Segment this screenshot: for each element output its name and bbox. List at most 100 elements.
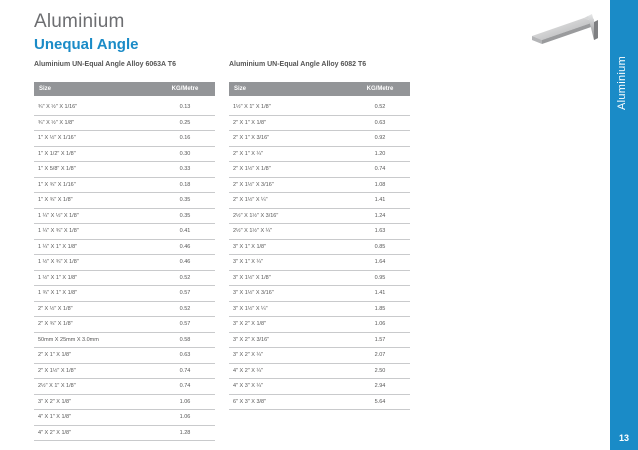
cell-size: 2" X 1½" X 1/8" [233,166,271,173]
cell-size: 2" X 1½" X ¼" [233,197,268,204]
table-row: 50mm X 25mm X 3.0mm 0.58 [34,333,215,348]
cell-size: 1" X 1/2" X 1/8" [38,150,76,157]
cell-weight: 0.74 [179,367,191,374]
cell-weight: 1.06 [374,321,386,328]
table-row: 1" X 1/2" X 1/8" 0.30 [34,147,215,162]
cell-size: 3" X 2" X 1/8" [38,398,72,405]
cell-weight: 2.50 [374,367,386,374]
cell-weight: 1.41 [374,197,386,204]
cell-weight: 0.46 [179,243,191,250]
table-row: 1 ½" X 1" X 1/8" 0.52 [34,271,215,286]
cell-weight: 5.64 [374,398,386,405]
column-header-size: Size [234,86,247,92]
cell-size: 1 ½" X 1" X 1/8" [38,274,78,281]
cell-size: 2" X ¾" X 1/8" [38,321,73,328]
table-row: 3" X 1½" X 1/8" 0.95 [229,271,410,286]
cell-size: 2½" X 1½" X 3/16" [233,212,279,219]
cell-size: 3" X 1½" X 1/8" [233,274,271,281]
cell-size: 4" X 2" X ¼" [233,367,264,374]
left-table-heading: Aluminium UN-Equal Angle Alloy 6063A T6 [34,61,176,68]
table-row: 3" X 1½" X 3/16" 1.41 [229,286,410,302]
cell-weight: 1.06 [179,414,191,421]
table-row: 3" X 1½" X ¼" 1.85 [229,302,410,317]
cell-size: 1 ½" X ¾" X 1/8" [38,259,79,266]
side-band-label: Aluminium [616,55,628,110]
cell-weight: 0.85 [374,243,386,250]
cell-size: 2" X 1½" X 3/16" [233,181,274,188]
page-title: Aluminium [34,11,125,32]
cell-weight: 0.58 [179,336,191,343]
cell-size: 2" X 1" X 3/16" [233,135,270,142]
table-row: ¾" X ½" X 1/16" 0.13 [34,100,215,116]
table-row: 2½" X 1½" X 3/16" 1.24 [229,209,410,224]
cell-size: ¾" X ½" X 1/8" [38,119,75,126]
column-header-size: Size [39,86,52,92]
table-row: 2" X ¾" X 1/8" 0.57 [34,317,215,333]
table-row: 1" X 5/8" X 1/8" 0.33 [34,162,215,178]
cell-size: 1 ¾" X 1" X 1/8" [38,290,78,297]
cell-weight: 1.28 [179,429,191,436]
cell-weight: 1.64 [374,259,386,266]
cell-size: 4" X 3" X ¼" [233,383,264,390]
cell-weight: 0.63 [374,119,386,126]
cell-size: 1" X ¾" X 1/16" [38,181,76,188]
cell-weight: 1.08 [374,181,386,188]
cell-weight: 1.20 [374,150,386,157]
cell-weight: 0.30 [179,150,191,157]
table-row: 2" X 1" X 1/8" 0.63 [34,348,215,364]
cell-size: 1" X ¾" X 1/8" [38,197,73,204]
cell-weight: 0.52 [374,104,386,111]
cell-size: 3" X 1" X 1/8" [233,243,267,250]
table-row: 1 ¼" X ¾" X 1/8" 0.41 [34,224,215,240]
cell-weight: 0.25 [179,119,191,126]
cell-size: ¾" X ½" X 1/16" [38,104,78,111]
cell-weight: 0.52 [179,274,191,281]
cell-weight: 0.35 [179,212,191,219]
table-row: 3" X 2" X 1/8" 1.06 [229,317,410,333]
cell-size: 3" X 2" X 1/8" [233,321,267,328]
cell-size: 1" X 5/8" X 1/8" [38,166,76,173]
table-header: Size KG/Metre [229,82,410,96]
cell-weight: 0.92 [374,135,386,142]
page-number: 13 [618,433,629,443]
table-row: 2" X 1½" X 1/8" 0.74 [34,364,215,379]
page-subtitle: Unequal Angle [34,36,139,53]
cell-weight: 0.57 [179,321,191,328]
cell-size: 2½" X 1" X 1/8" [38,383,76,390]
cell-size: 1½" X 1" X 1/8" [233,104,271,111]
side-band: Aluminium 13 [610,0,638,450]
table-row: 1" X ¾" X 1/8" 0.35 [34,193,215,209]
table-row: 3" X 2" X ¼" 2.07 [229,348,410,364]
table-row: 1½" X 1" X 1/8" 0.52 [229,100,410,116]
cell-weight: 0.74 [179,383,191,390]
cell-weight: 0.57 [179,290,191,297]
cell-size: 3" X 1" X ¼" [233,259,264,266]
table-row: 2" X 1½" X 3/16" 1.08 [229,178,410,193]
cell-size: 3" X 2" X 3/16" [233,336,270,343]
cell-weight: 1.63 [374,228,386,235]
cell-weight: 1.24 [374,212,386,219]
cell-weight: 0.63 [179,352,191,359]
cell-size: 2" X 1" X ¼" [233,150,264,157]
cell-size: 1" X ½" X 1/16" [38,135,76,142]
cell-weight: 0.16 [179,135,191,142]
cell-size: 50mm X 25mm X 3.0mm [38,336,99,343]
table-row: 6" X 3" X 3/8" 5.64 [229,395,410,410]
table-row: 3" X 2" X 3/16" 1.57 [229,333,410,348]
table-row: 2" X 1½" X ¼" 1.41 [229,193,410,209]
table-row: 1 ¼" X ½" X 1/8" 0.35 [34,209,215,224]
cell-size: 2" X 1" X 1/8" [38,352,72,359]
table-row: 2" X 1" X 1/8" 0.63 [229,116,410,131]
table-row: 2½" X 1½" X ¼" 1.63 [229,224,410,240]
cell-weight: 2.07 [374,352,386,359]
right-table-heading: Aluminium UN-Equal Angle Alloy 6082 T6 [229,61,367,68]
cell-size: 1 ¼" X ½" X 1/8" [38,212,79,219]
cell-size: 1 ¼" X ¾" X 1/8" [38,228,79,235]
cell-weight: 0.35 [179,197,191,204]
table-row: 2" X 1½" X 1/8" 0.74 [229,162,410,178]
cell-size: 2½" X 1½" X ¼" [233,228,273,235]
cell-weight: 0.52 [179,305,191,312]
cell-size: 2" X ½" X 1/8" [38,305,73,312]
table-row: 1" X ½" X 1/16" 0.16 [34,131,215,147]
table-row: 2½" X 1" X 1/8" 0.74 [34,379,215,395]
